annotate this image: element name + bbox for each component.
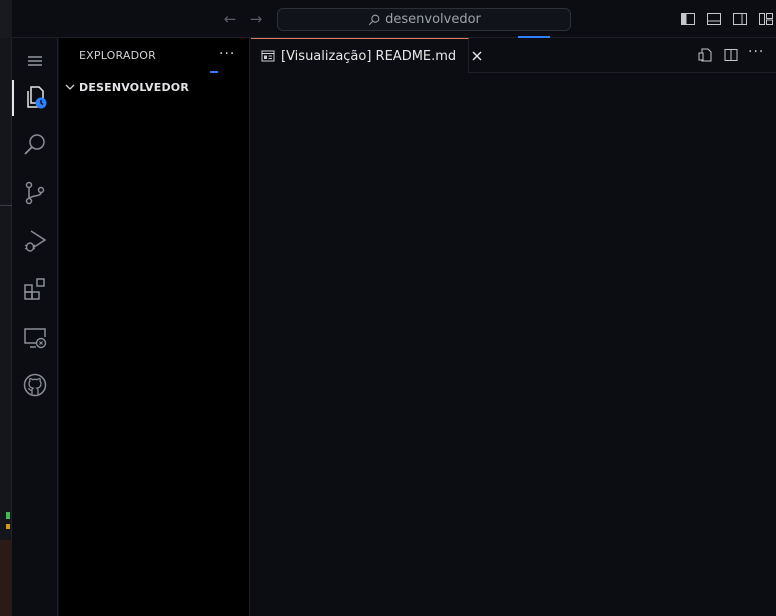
- github-icon[interactable]: [12, 362, 58, 408]
- open-source-icon[interactable]: [697, 47, 713, 63]
- folder-row[interactable]: DESENVOLVEDOR: [59, 76, 250, 98]
- customize-layout-icon[interactable]: [758, 11, 774, 27]
- preview-icon: [261, 50, 275, 62]
- edge-top: [0, 0, 12, 38]
- edge-indicator-yellow: [6, 524, 10, 529]
- editor-area: [Visualização] README.md ···: [251, 38, 776, 616]
- tab-readme-preview[interactable]: [Visualização] README.md: [251, 38, 482, 73]
- command-center-text: desenvolvedor: [385, 12, 481, 27]
- sidebar-title: EXPLORADOR: [79, 49, 157, 62]
- command-center-search[interactable]: desenvolvedor: [277, 8, 571, 31]
- background-window-edge: [0, 0, 12, 616]
- more-actions-icon[interactable]: ···: [748, 44, 764, 60]
- edge-line: [0, 205, 12, 206]
- extensions-icon[interactable]: [12, 266, 58, 312]
- close-icon[interactable]: [470, 49, 484, 63]
- folder-name: DESENVOLVEDOR: [79, 80, 190, 94]
- sidebar-progress: [210, 71, 218, 73]
- arrow-left-icon[interactable]: ←: [221, 10, 239, 28]
- search-icon: [368, 14, 380, 25]
- chevron-down-icon: [59, 78, 79, 97]
- toggle-primary-sidebar-icon[interactable]: [680, 11, 696, 27]
- tab-label: [Visualização] README.md: [281, 48, 457, 64]
- files-icon[interactable]: [12, 74, 58, 120]
- edge-indicator-green: [6, 512, 10, 519]
- activity-bar: [12, 38, 58, 616]
- run-debug-icon[interactable]: [12, 218, 58, 264]
- explorer-sidebar: EXPLORADOR ··· DESENVOLVEDOR: [59, 38, 250, 616]
- toggle-panel-icon[interactable]: [706, 11, 722, 27]
- search-icon[interactable]: [12, 122, 58, 168]
- split-editor-icon[interactable]: [723, 47, 739, 63]
- tab-bar: [Visualização] README.md ···: [251, 38, 776, 73]
- toggle-secondary-sidebar-icon[interactable]: [732, 11, 748, 27]
- more-actions-icon[interactable]: ···: [219, 46, 235, 62]
- remote-explorer-icon[interactable]: [12, 314, 58, 360]
- title-bar: ← → desenvolvedor: [12, 0, 776, 38]
- edge-bottom: [0, 540, 12, 616]
- source-control-icon[interactable]: [12, 170, 58, 216]
- arrow-right-icon[interactable]: →: [247, 10, 265, 28]
- markdown-preview-body: [251, 73, 776, 616]
